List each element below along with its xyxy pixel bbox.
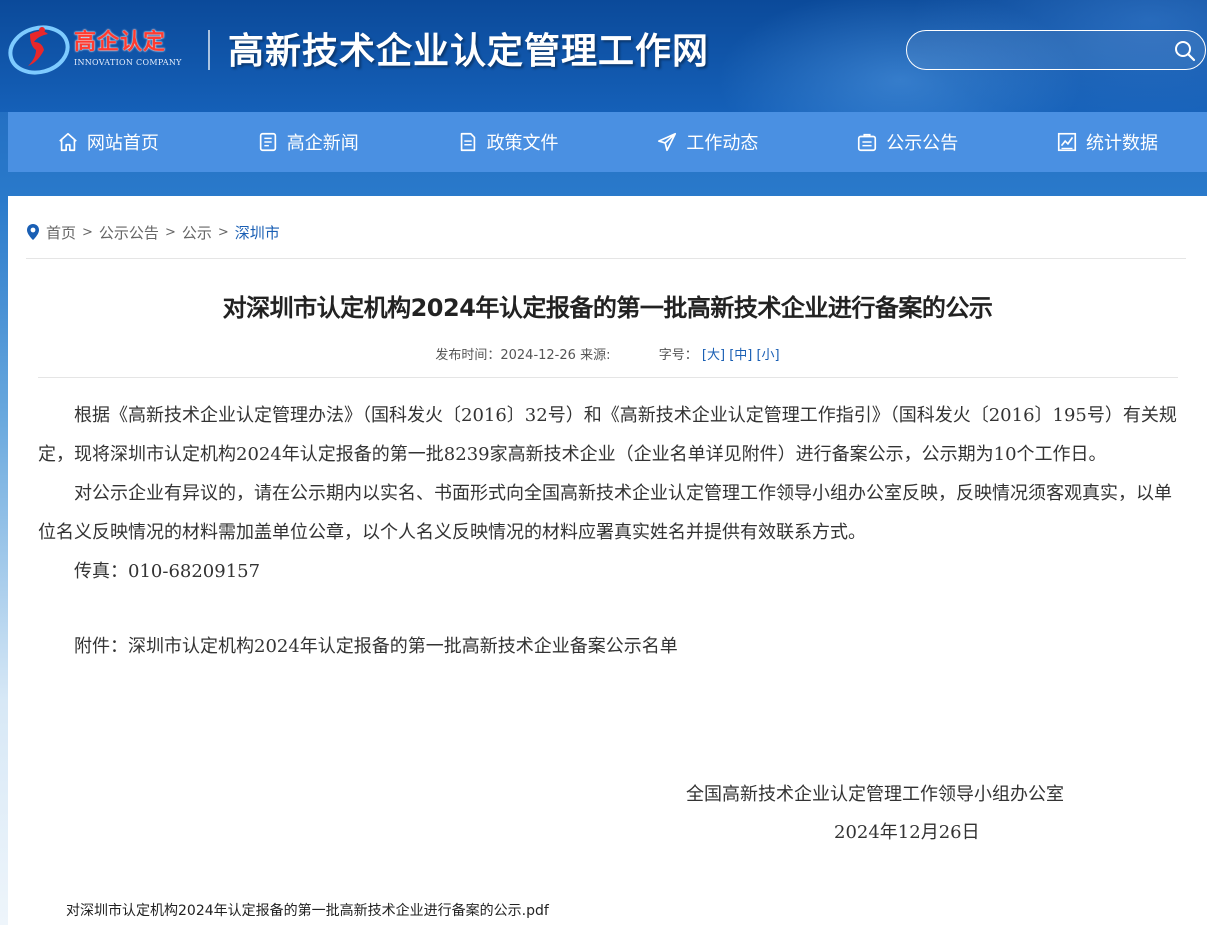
chart-icon [1057, 132, 1077, 152]
nav-item-label: 公示公告 [886, 133, 959, 154]
attachment-line: 附件：深圳市认定机构2024年认定报备的第一批高新技术企业备案公示名单 [74, 636, 678, 657]
nav-item-notice[interactable]: 公示公告 [807, 112, 1007, 172]
source-label: 来源: [580, 348, 611, 363]
search-box[interactable] [906, 30, 1206, 70]
site-header: 高企认定 INNOVATION COMPANY 高新技术企业认定管理工作网 [0, 0, 1207, 112]
attachment-pdf-link[interactable]: 对深圳市认定机构2024年认定报备的第一批高新技术企业进行备案的公示.pdf [66, 900, 549, 920]
article-meta: 发布时间：2024-12-26 来源: 字号： [大] [中] [小] [8, 344, 1207, 363]
nav-item-label: 政策文件 [486, 133, 559, 154]
home-icon [59, 132, 77, 152]
published-label: 发布时间： [435, 348, 501, 363]
nav-item-label: 工作动态 [686, 133, 759, 154]
notice-icon [858, 133, 877, 152]
article-paragraph: 传真：010-68209157 [74, 561, 261, 582]
document-icon [460, 132, 475, 152]
nav-item-work-news[interactable]: 工作动态 [607, 112, 807, 172]
breadcrumb-current[interactable]: 深圳市 [235, 222, 280, 243]
logo-emblem-icon [8, 25, 70, 75]
search-input[interactable] [921, 37, 1161, 63]
published-date: 2024-12-26 [500, 348, 576, 363]
signature-date: 2024年12月26日 [834, 822, 980, 843]
nav-item-label: 高企新闻 [286, 133, 359, 154]
font-size-medium[interactable]: [中] [729, 348, 752, 363]
article-paragraph: 根据《高新技术企业认定管理办法》（国科发火〔2016〕32号）和《高新技术企业认… [38, 405, 1177, 465]
breadcrumb-separator: > [217, 224, 229, 240]
paper-plane-icon [658, 132, 677, 152]
font-size-large[interactable]: [大] [702, 348, 725, 363]
location-pin-icon [27, 224, 39, 240]
nav-item-news[interactable]: 高企新闻 [208, 112, 408, 172]
breadcrumb-divider [26, 258, 1186, 259]
article-container: 首页 > 公示公告 > 公示 > 深圳市 对深圳市认定机构2024年认定报备的第… [8, 196, 1207, 925]
meta-divider [38, 377, 1178, 378]
main-nav: 网站首页 高企新闻 政策文件 工作动态 公示公告 统计数据 [8, 112, 1207, 172]
logo-divider [208, 30, 210, 70]
article-body: 根据《高新技术企业认定管理办法》（国科发火〔2016〕32号）和《高新技术企业认… [38, 396, 1178, 666]
article-paragraph: 对公示企业有异议的，请在公示期内以实名、书面形式向全国高新技术企业认定管理工作领… [38, 483, 1172, 543]
nav-item-statistics[interactable]: 统计数据 [1007, 112, 1207, 172]
nav-item-home[interactable]: 网站首页 [8, 112, 208, 172]
font-size-small[interactable]: [小] [756, 348, 779, 363]
breadcrumb-separator: > [82, 224, 93, 240]
site-logo[interactable]: 高企认定 INNOVATION COMPANY [8, 18, 198, 76]
signature-org: 全国高新技术企业认定管理工作领导小组办公室 [686, 784, 1064, 805]
article-title: 对深圳市认定机构2024年认定报备的第一批高新技术企业进行备案的公示 [222, 294, 993, 322]
nav-item-policy[interactable]: 政策文件 [408, 112, 608, 172]
search-icon[interactable] [1173, 39, 1197, 63]
breadcrumb: 首页 > 公示公告 > 公示 > 深圳市 [26, 220, 280, 244]
breadcrumb-home[interactable]: 首页 [46, 222, 76, 243]
breadcrumb-separator: > [164, 224, 176, 240]
site-title: 高新技术企业认定管理工作网 [228, 31, 710, 72]
logo-chinese-text: 高企认定 [74, 30, 167, 55]
nav-item-label: 统计数据 [1086, 133, 1159, 154]
font-size-label: 字号： [658, 348, 698, 363]
breadcrumb-public[interactable]: 公示 [182, 222, 212, 243]
news-icon [259, 132, 276, 152]
logo-english-text: INNOVATION COMPANY [74, 58, 182, 67]
breadcrumb-notices[interactable]: 公示公告 [99, 222, 159, 243]
nav-item-label: 网站首页 [86, 133, 159, 154]
